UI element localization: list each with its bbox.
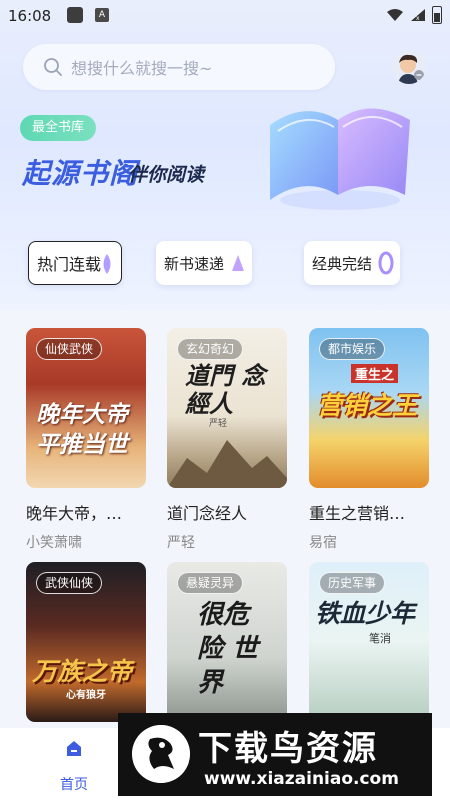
home-icon xyxy=(67,741,81,756)
keyboard-notification-icon: A xyxy=(95,8,109,22)
book-author: 易宿 xyxy=(309,535,337,551)
nav-home-label: 首页 xyxy=(60,777,88,793)
cover-title: 很危险 世界 xyxy=(197,600,259,698)
wifi-icon xyxy=(387,9,403,21)
bird-logo-icon xyxy=(132,725,190,783)
status-time: 16:08 xyxy=(8,7,52,25)
book-card[interactable]: 都市娱乐 重生之 营销之王 重生之营销… 易宿 xyxy=(309,328,429,552)
book-card[interactable]: 历史军事 铁血少年 笔消 xyxy=(309,562,429,722)
category-label: 经典完结 xyxy=(312,254,373,273)
cover-subtitle: 重生之 xyxy=(351,364,399,383)
open-book-illustration xyxy=(270,108,410,210)
watermark-url: www.xiazainiao.com xyxy=(204,769,399,789)
book-cover: 仙侠武侠 晚年大帝 平推当世 xyxy=(26,328,146,488)
status-bar: 16:08 A x xyxy=(0,0,450,34)
svg-text:x: x xyxy=(416,15,420,22)
cover-title: 晚年大帝 平推当世 xyxy=(36,402,128,458)
genre-tag: 武侠仙侠 xyxy=(36,572,103,594)
genre-tag: 都市娱乐 xyxy=(319,338,386,360)
promo-badge: 最全书库 xyxy=(20,115,97,141)
cover-title: 铁血少年 xyxy=(315,599,416,628)
genre-tag: 悬疑灵异 xyxy=(177,572,244,594)
watermark-banner: 下载鸟资源 www.xiazainiao.com xyxy=(118,713,432,796)
cover-title: 万族之帝 xyxy=(32,657,133,686)
app-notification-icon xyxy=(67,7,83,23)
cover-author: 严轻 xyxy=(209,419,228,429)
book-author: 严轻 xyxy=(167,535,195,551)
crystal-icon xyxy=(232,255,244,271)
book-cover: 玄幻奇幻 道門 念經人 严轻 xyxy=(167,328,287,488)
genre-tag: 仙侠武侠 xyxy=(36,338,103,360)
genre-tag: 玄幻奇幻 xyxy=(177,338,244,360)
book-card[interactable]: 玄幻奇幻 道門 念經人 严轻 道门念经人 严轻 xyxy=(167,328,287,552)
book-cover: 历史军事 铁血少年 笔消 xyxy=(309,562,429,722)
signal-icon: x xyxy=(411,9,425,22)
book-title: 道门念经人 xyxy=(167,504,248,523)
book-author: 小笑萧啸 xyxy=(26,535,82,551)
brand-slogan: 伴你阅读 xyxy=(128,164,205,186)
crystal-icon xyxy=(103,254,111,274)
brand-title: 起源书阁 xyxy=(22,157,139,190)
book-title: 重生之营销… xyxy=(309,504,406,523)
category-label: 新书速递 xyxy=(164,254,225,273)
book-cover: 都市娱乐 重生之 营销之王 xyxy=(309,328,429,488)
search-icon xyxy=(44,58,62,76)
cover-author: 笔消 xyxy=(369,632,391,645)
book-cover: 悬疑灵异 很危险 世界 xyxy=(167,562,287,722)
book-card[interactable]: 悬疑灵异 很危险 世界 xyxy=(167,562,287,722)
category-completed-classics[interactable]: 经典完结 xyxy=(304,241,400,285)
search-bar[interactable] xyxy=(23,44,335,90)
watermark-text: 下载鸟资源 xyxy=(198,729,378,769)
search-input[interactable] xyxy=(69,54,323,82)
book-card[interactable]: 仙侠武侠 晚年大帝 平推当世 晚年大帝，… 小笑萧啸 xyxy=(26,328,146,552)
battery-icon xyxy=(432,6,442,24)
cover-title: 道門 念經人 xyxy=(185,362,266,418)
category-hot-serial[interactable]: 热门连载 xyxy=(28,241,122,285)
genre-tag: 历史军事 xyxy=(319,572,386,594)
category-label: 热门连载 xyxy=(37,255,102,274)
cover-author: 心有狼牙 xyxy=(66,690,106,701)
mountain-art xyxy=(167,440,287,488)
category-new-books[interactable]: 新书速递 xyxy=(156,241,252,285)
user-avatar[interactable] xyxy=(392,50,426,84)
book-card[interactable]: 武侠仙侠 万族之帝 心有狼牙 xyxy=(26,562,146,722)
book-cover: 武侠仙侠 万族之帝 心有狼牙 xyxy=(26,562,146,722)
cover-title: 营销之王 xyxy=(317,391,418,420)
book-title: 晚年大帝，… xyxy=(26,504,123,523)
ring-icon xyxy=(378,251,394,275)
nav-home[interactable]: 首页 xyxy=(48,738,100,794)
